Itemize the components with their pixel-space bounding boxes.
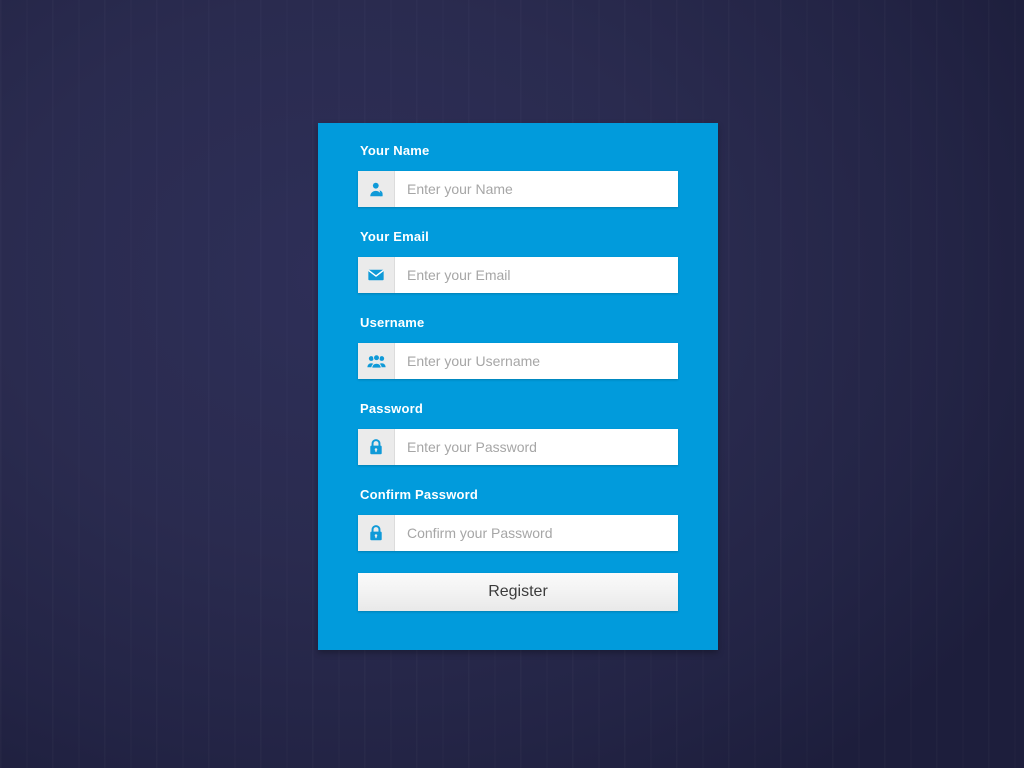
username-input[interactable] xyxy=(395,343,678,379)
confirm-password-input[interactable] xyxy=(395,515,678,551)
input-row-password[interactable] xyxy=(358,429,678,465)
name-input[interactable] xyxy=(395,171,678,207)
lock-icon xyxy=(358,515,395,551)
register-button[interactable]: Register xyxy=(358,573,678,611)
input-row-name[interactable] xyxy=(358,171,678,207)
field-group-name: Your Name xyxy=(358,143,678,207)
input-row-username[interactable] xyxy=(358,343,678,379)
label-password: Password xyxy=(360,401,424,416)
registration-form-card: Your Name Your Email xyxy=(318,123,718,650)
email-input[interactable] xyxy=(395,257,678,293)
users-group-icon xyxy=(358,343,395,379)
input-row-confirm-password[interactable] xyxy=(358,515,678,551)
label-username: Username xyxy=(360,315,425,330)
input-row-email[interactable] xyxy=(358,257,678,293)
password-input[interactable] xyxy=(395,429,678,465)
page-stage: Your Name Your Email xyxy=(0,0,1024,768)
field-group-email: Your Email xyxy=(358,229,678,293)
label-confirm-password: Confirm Password xyxy=(360,487,479,502)
label-your-name: Your Name xyxy=(360,143,430,158)
field-group-confirm-password: Confirm Password xyxy=(358,487,678,551)
user-icon xyxy=(358,171,395,207)
label-your-email: Your Email xyxy=(360,229,429,244)
lock-icon xyxy=(358,429,395,465)
field-group-username: Username xyxy=(358,315,678,379)
field-group-password: Password xyxy=(358,401,678,465)
envelope-icon xyxy=(358,257,395,293)
